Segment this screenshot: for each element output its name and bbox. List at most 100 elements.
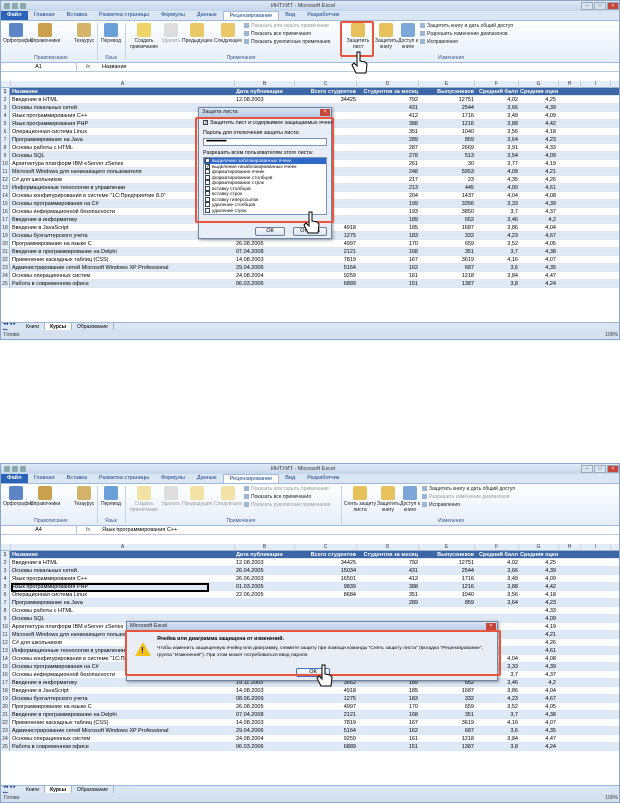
table-cell[interactable]: Работа в современном офисе <box>12 280 234 288</box>
table-header-row[interactable]: 1 Название Дата публикации Всего студентов С… <box>1 551 619 559</box>
table-cell[interactable]: 4,39 <box>520 200 558 208</box>
row-number[interactable]: 21 <box>1 711 10 719</box>
show-hide-comment-button[interactable]: Показать или скрыть примечание <box>244 486 329 493</box>
name-box[interactable]: A4 <box>1 525 77 535</box>
table-cell[interactable]: 6889 <box>296 280 358 288</box>
dialog-close-icon[interactable]: × <box>486 623 496 630</box>
table-cell[interactable]: 3,8 <box>476 743 520 751</box>
table-row[interactable]: 24 Основы операционных систем 24.08.2004 92… <box>1 272 619 280</box>
table-cell[interactable]: 4,21 <box>520 631 558 639</box>
tab-page-layout[interactable]: Разметка страницы <box>93 474 155 483</box>
row-number[interactable]: 23 <box>1 264 10 272</box>
table-cell[interactable]: 3,7 <box>476 208 520 216</box>
new-comment-button[interactable]: Создать примечание <box>128 486 160 513</box>
translate-button[interactable]: Перевод <box>99 486 123 507</box>
table-cell[interactable]: 3619 <box>420 256 476 264</box>
table-cell[interactable]: 1216 <box>420 583 476 591</box>
table-cell[interactable]: 4,19 <box>520 623 558 631</box>
table-cell[interactable] <box>296 599 358 607</box>
table-cell[interactable]: 4,47 <box>520 735 558 743</box>
spelling-button[interactable]: Орфография <box>3 23 34 44</box>
show-ink-button[interactable]: Показать рукописные примечания <box>244 502 330 509</box>
quick-access-toolbar[interactable] <box>4 466 26 472</box>
table-cell[interactable]: 8684 <box>296 591 358 599</box>
col-header-g[interactable]: G <box>519 544 559 551</box>
table-row[interactable]: 20 Программирование на языке C 26.08.2005 4… <box>1 240 619 248</box>
table-cell[interactable] <box>236 599 294 607</box>
table-cell[interactable]: 183 <box>358 232 420 240</box>
table-cell[interactable]: 170 <box>358 240 420 248</box>
thesaurus-button[interactable]: Тезаурус <box>72 486 96 507</box>
table-cell[interactable]: 1218 <box>420 272 476 280</box>
minimize-button[interactable]: – <box>581 465 593 473</box>
close-button[interactable]: × <box>607 2 619 10</box>
table-cell[interactable]: 3,49 <box>476 112 520 120</box>
row-number[interactable]: 3 <box>1 567 10 575</box>
row-number[interactable]: 16 <box>1 671 10 679</box>
row-number[interactable]: 1 <box>1 551 10 559</box>
row-number[interactable]: 9 <box>1 152 10 160</box>
show-ink-button[interactable]: Показать рукописные примечания <box>244 39 330 46</box>
table-cell[interactable]: 4,42 <box>520 583 558 591</box>
table-cell[interactable]: 23 <box>420 176 476 184</box>
table-cell[interactable]: 4,04 <box>520 687 558 695</box>
table-row[interactable]: 2 Введение в HTML 12.08.2003 34425 792 12751 4… <box>1 96 619 104</box>
next-comment-button[interactable]: Следующее <box>213 23 243 44</box>
table-cell[interactable]: 4,42 <box>520 120 558 128</box>
table-cell[interactable]: Язык программирования C++ <box>12 575 234 583</box>
table-cell[interactable]: 4,35 <box>520 727 558 735</box>
table-cell[interactable]: 4,39 <box>520 663 558 671</box>
row-number[interactable]: 6 <box>1 591 10 599</box>
table-cell[interactable]: 26.04.2005 <box>236 567 294 575</box>
table-cell[interactable]: 06.03.2006 <box>236 743 294 751</box>
tab-developer[interactable]: Разработчик <box>301 11 345 20</box>
column-header-cell[interactable]: Выпускников <box>420 551 476 559</box>
table-cell[interactable]: 1216 <box>420 120 476 128</box>
show-hide-comment-button[interactable]: Показать или скрыть примечание <box>244 23 329 30</box>
table-cell[interactable]: 3,8 <box>476 280 520 288</box>
row-number[interactable]: 19 <box>1 695 10 703</box>
row-number[interactable]: 20 <box>1 240 10 248</box>
table-cell[interactable]: 9259 <box>296 735 358 743</box>
zoom-level[interactable]: 100% <box>605 332 618 338</box>
allow-ranges-button[interactable]: Разрешить изменение диапазонов <box>422 494 510 501</box>
row-number[interactable]: 22 <box>1 256 10 264</box>
table-cell[interactable]: 7819 <box>296 719 358 727</box>
table-cell[interactable]: Введение в HTML <box>12 559 234 567</box>
row-number[interactable]: 20 <box>1 703 10 711</box>
table-cell[interactable]: 199 <box>358 200 420 208</box>
table-cell[interactable]: 168 <box>358 711 420 719</box>
table-cell[interactable]: Введение в HTML <box>12 96 234 104</box>
table-cell[interactable]: 3,7 <box>476 248 520 256</box>
protect-share-button[interactable]: Защитить книгу и дать общий доступ <box>422 486 515 493</box>
allow-ranges-button[interactable]: Разрешить изменение диапазонов <box>420 31 508 38</box>
row-number[interactable]: 4 <box>1 112 10 120</box>
col-header-f[interactable]: F <box>475 81 519 88</box>
table-cell[interactable]: 4,61 <box>520 647 558 655</box>
row-number[interactable]: 18 <box>1 224 10 232</box>
col-header-e[interactable]: E <box>419 544 475 551</box>
table-cell[interactable]: 1716 <box>420 112 476 120</box>
table-cell[interactable]: 3,91 <box>476 144 520 152</box>
table-cell[interactable]: Основы операционных систем <box>12 272 234 280</box>
col-header-c[interactable]: C <box>295 81 357 88</box>
table-cell[interactable]: 151 <box>358 280 420 288</box>
col-header-i[interactable]: I <box>581 544 611 551</box>
table-row[interactable]: 25 Работа в современном офисе 06.03.2006 68… <box>1 280 619 288</box>
tab-formulas[interactable]: Формулы <box>155 11 191 20</box>
table-cell[interactable]: 4,09 <box>520 152 558 160</box>
table-cell[interactable]: 4,25 <box>520 96 558 104</box>
track-changes-button[interactable]: Исправления <box>422 502 460 509</box>
row-number[interactable]: 14 <box>1 192 10 200</box>
protect-share-button[interactable]: Защитить книгу и дать общий доступ <box>420 23 513 30</box>
table-cell[interactable]: 4,00 <box>476 184 520 192</box>
table-cell[interactable]: Введение в программирование на Delphi <box>12 711 234 719</box>
table-cell[interactable]: 4,18 <box>520 128 558 136</box>
table-cell[interactable]: 26.06.2003 <box>236 575 294 583</box>
tab-formulas[interactable]: Формулы <box>155 474 191 483</box>
table-cell[interactable]: 1040 <box>420 128 476 136</box>
table-cell[interactable]: 4,02 <box>476 96 520 104</box>
table-cell[interactable]: 4,23 <box>476 232 520 240</box>
table-cell[interactable]: 2544 <box>420 567 476 575</box>
table-cell[interactable]: 3,86 <box>476 687 520 695</box>
